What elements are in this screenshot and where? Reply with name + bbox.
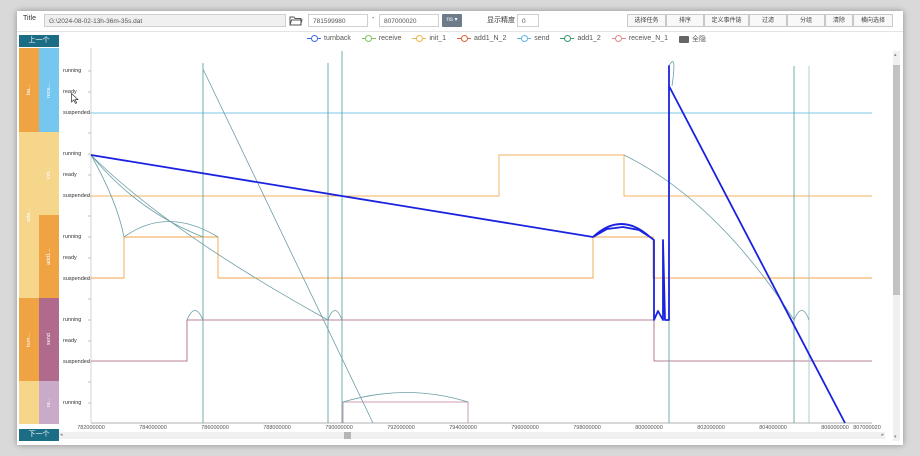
- send-state-line: [91, 319, 872, 362]
- x-tick: 802000000: [697, 425, 725, 431]
- x-tick: 798000000: [573, 425, 601, 431]
- add1-state-line: [91, 236, 872, 279]
- init-state-line: [91, 154, 872, 197]
- receive-n-state-line: [342, 401, 469, 423]
- state-tick-marks: [88, 70, 91, 404]
- scroll-down-icon[interactable]: ▾: [894, 434, 897, 440]
- scroll-left-icon[interactable]: ◂: [60, 432, 63, 438]
- x-tick: 790000000: [325, 425, 353, 431]
- vertical-scroll-thumb[interactable]: [893, 65, 900, 295]
- timeline-plot: [88, 48, 872, 424]
- horizontal-scrollbar[interactable]: ◂ ▸: [59, 432, 885, 439]
- x-tick: 804000000: [759, 425, 787, 431]
- x-tick: 796000000: [511, 425, 539, 431]
- x-tick: 788000000: [263, 425, 291, 431]
- scroll-right-icon[interactable]: ▸: [881, 432, 884, 438]
- horizontal-scroll-thumb[interactable]: [344, 432, 351, 439]
- x-tick: 806000000: [821, 425, 849, 431]
- x-tick: 792000000: [387, 425, 415, 431]
- turnback-arc: [592, 223, 651, 238]
- main-window: Title G:\2024-08-02-13h-36m-35s.dat 7815…: [17, 11, 903, 445]
- x-tick: 807000020: [853, 425, 881, 431]
- cursor-icon: [71, 93, 79, 104]
- transition-curves: [90, 61, 810, 424]
- turnback-trace: [90, 65, 846, 424]
- x-tick: 782000000: [77, 425, 105, 431]
- x-tick: 794000000: [449, 425, 477, 431]
- event-markers: [202, 51, 810, 423]
- scroll-up-icon[interactable]: ▴: [894, 52, 897, 58]
- vertical-scrollbar[interactable]: ▴ ▾: [893, 51, 900, 441]
- x-tick: 800000000: [635, 425, 663, 431]
- x-tick: 786000000: [201, 425, 229, 431]
- x-tick: 784000000: [139, 425, 167, 431]
